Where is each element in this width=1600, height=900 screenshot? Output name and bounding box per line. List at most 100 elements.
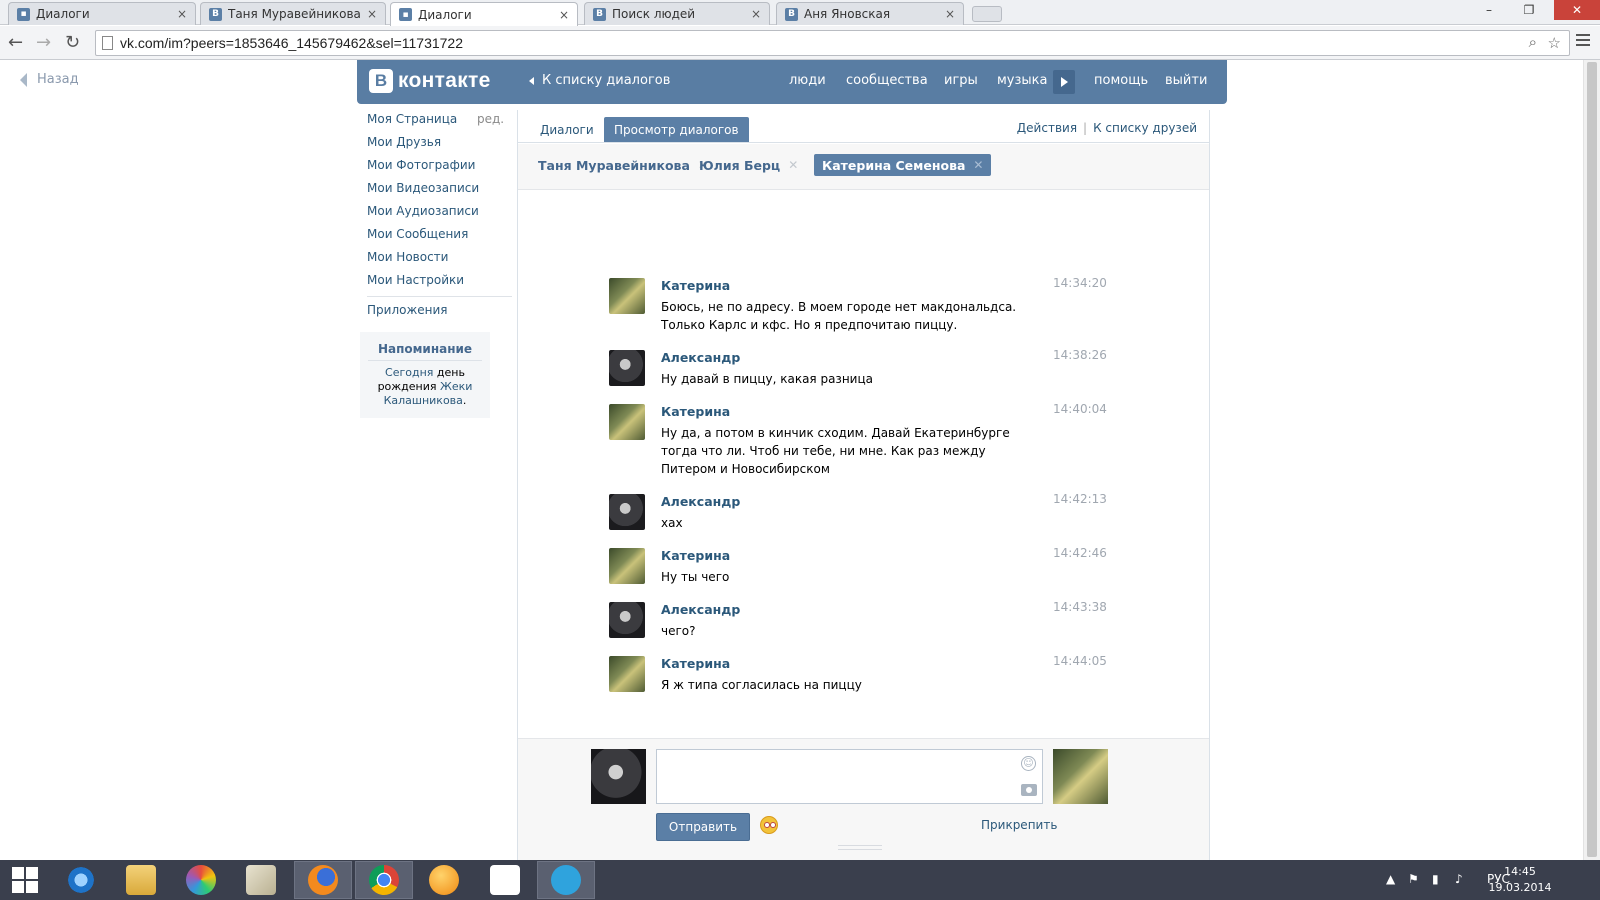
tab-title: Аня Яновская (804, 7, 891, 21)
star-icon[interactable]: ☆ (1548, 34, 1561, 52)
chat-icon: ▪ (399, 8, 412, 21)
back-link[interactable]: Назад (20, 72, 79, 87)
system-clock[interactable]: 14:45 19.03.2014 (1480, 864, 1560, 896)
browser-tab-active[interactable]: ▪ Диалоги × (390, 2, 578, 26)
nav-games[interactable]: игры (944, 73, 978, 88)
nav-logout[interactable]: выйти (1165, 73, 1207, 88)
emoji-icon[interactable] (760, 816, 778, 834)
taskbar-app[interactable] (415, 861, 473, 899)
browser-tab[interactable]: B Поиск людей × (584, 2, 770, 25)
back-to-dialogs-link[interactable]: К списку диалогов (529, 73, 670, 88)
menu-my-page[interactable]: Моя Страница (367, 112, 457, 126)
message-author[interactable]: Катерина (661, 548, 730, 563)
scrollbar-thumb[interactable] (1587, 62, 1597, 857)
minimize-icon[interactable]: – (1474, 0, 1504, 20)
reminder-end: . (462, 394, 467, 407)
avatar[interactable] (609, 278, 645, 314)
network-icon[interactable]: ▮ (1432, 872, 1439, 886)
message-input[interactable]: ☺ (656, 749, 1043, 804)
dialogs-main-column: Диалоги Просмотр диалогов Действия | К с… (517, 110, 1210, 860)
nav-music[interactable]: музыка (997, 73, 1048, 88)
back-arrow-icon[interactable]: ← (8, 33, 23, 53)
menu-my-news[interactable]: Мои Новости (367, 250, 448, 264)
peer-tab[interactable]: Юлия Берц ✕ (691, 154, 806, 176)
address-bar[interactable]: vk.com/im?peers=1853646_145679462&sel=11… (95, 30, 1570, 56)
avatar[interactable] (609, 548, 645, 584)
restore-icon[interactable]: ❐ (1514, 0, 1544, 20)
volume-icon[interactable]: ♪ (1455, 872, 1463, 886)
avatar[interactable] (609, 602, 645, 638)
taskbar-app[interactable] (355, 861, 413, 899)
message-author[interactable]: Катерина (661, 404, 730, 419)
browser-tab[interactable]: B Таня Муравейникова × (200, 2, 386, 25)
close-icon[interactable]: ✕ (973, 158, 983, 172)
tab-dialogs[interactable]: Диалоги (530, 117, 604, 142)
new-tab-button[interactable] (972, 6, 1002, 22)
close-icon[interactable]: × (559, 8, 569, 22)
smiley-icon[interactable]: ☺ (1021, 756, 1036, 771)
reminder-box: Напоминание Сегодня день рождения Жеки К… (360, 332, 490, 418)
message-author[interactable]: Александр (661, 494, 740, 509)
avatar[interactable] (609, 656, 645, 692)
attach-link[interactable]: Прикрепить (981, 818, 1057, 832)
browser-tab[interactable]: B Аня Яновская × (776, 2, 964, 25)
menu-my-settings[interactable]: Мои Настройки (367, 273, 464, 287)
message-author[interactable]: Александр (661, 602, 740, 617)
taskbar-app[interactable] (172, 861, 230, 899)
close-icon[interactable]: ✕ (788, 158, 798, 172)
taskbar-app[interactable] (537, 861, 595, 899)
flag-icon[interactable]: ⚑ (1408, 872, 1419, 886)
menu-my-messages[interactable]: Мои Сообщения (367, 227, 468, 241)
browser-tab[interactable]: ▪ Диалоги × (8, 2, 196, 25)
tab-title: Диалоги (418, 7, 472, 22)
nav-help[interactable]: помощь (1094, 73, 1148, 88)
music-play-button[interactable] (1053, 70, 1075, 94)
menu-my-audio[interactable]: Мои Аудиозаписи (367, 204, 479, 218)
message-author[interactable]: Катерина (661, 278, 730, 293)
tab-view-dialogs[interactable]: Просмотр диалогов (604, 117, 749, 142)
nav-communities[interactable]: сообщества (846, 73, 928, 88)
close-icon[interactable]: × (367, 7, 377, 21)
message-author[interactable]: Александр (661, 350, 740, 365)
menu-my-photos[interactable]: Мои Фотографии (367, 158, 475, 172)
tray-expand-icon[interactable]: ▲ (1386, 872, 1395, 886)
avatar[interactable] (609, 350, 645, 386)
vk-logo[interactable]: В контакте (369, 69, 491, 93)
menu-apps[interactable]: Приложения (367, 303, 448, 317)
taskbar-app[interactable] (52, 861, 110, 899)
reminder-today-link[interactable]: Сегодня (385, 366, 433, 379)
nav-people[interactable]: люди (789, 73, 826, 88)
start-button[interactable] (0, 861, 54, 899)
zoom-icon[interactable]: ⌕ (1529, 34, 1537, 51)
taskbar-app[interactable] (232, 861, 290, 899)
to-friends-link[interactable]: К списку друзей (1093, 121, 1197, 135)
menu-my-videos[interactable]: Мои Видеозаписи (367, 181, 479, 195)
send-button[interactable]: Отправить (656, 813, 750, 841)
peer-tab-active[interactable]: Катерина Семенова ✕ (814, 154, 992, 176)
reload-icon[interactable]: ↻ (65, 33, 80, 53)
avatar[interactable] (609, 494, 645, 530)
forward-arrow-icon[interactable]: → (36, 33, 51, 53)
close-icon[interactable]: × (945, 7, 955, 21)
telegram-icon (551, 865, 581, 895)
peer-tab[interactable]: Таня Муравейникова ✕ (530, 154, 716, 176)
close-icon[interactable]: × (177, 7, 187, 21)
peer-avatar[interactable] (1053, 749, 1108, 804)
message-author[interactable]: Катерина (661, 656, 730, 671)
resize-grip[interactable] (838, 845, 882, 850)
menu-my-friends[interactable]: Мои Друзья (367, 135, 441, 149)
taskbar-app[interactable] (476, 861, 534, 899)
page-scrollbar[interactable] (1583, 60, 1600, 860)
camera-icon[interactable] (1021, 784, 1037, 796)
my-avatar[interactable] (591, 749, 646, 804)
menu-edit-link[interactable]: ред. (477, 112, 504, 126)
avatar[interactable] (609, 404, 645, 440)
hamburger-menu-icon[interactable] (1576, 34, 1590, 49)
actions-link[interactable]: Действия (1017, 121, 1077, 135)
taskbar-app[interactable] (294, 861, 352, 899)
close-icon[interactable]: × (751, 7, 761, 21)
window-close-icon[interactable]: ✕ (1554, 0, 1600, 20)
clock-time: 14:45 (1504, 865, 1536, 878)
taskbar-app[interactable] (112, 861, 170, 899)
tab-title: Диалоги (36, 7, 90, 21)
